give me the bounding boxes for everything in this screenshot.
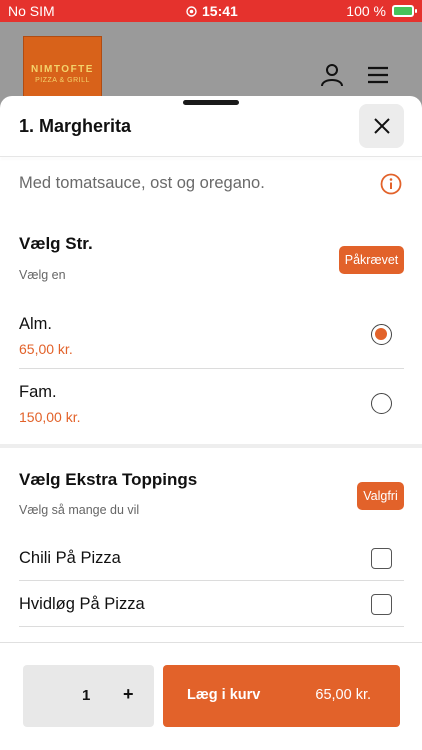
title-divider	[0, 156, 422, 157]
size-option-price: 150,00 kr.	[19, 409, 81, 425]
required-badge: Påkrævet	[339, 246, 404, 274]
battery-percent: 100 %	[346, 3, 386, 19]
status-bar: No SIM 15:41 100 %	[0, 0, 422, 22]
cart-total-price: 65,00 kr.	[315, 687, 371, 703]
product-description: Med tomatsauce, ost og oregano.	[19, 174, 265, 192]
info-icon[interactable]	[380, 173, 402, 195]
user-icon[interactable]	[319, 62, 345, 88]
add-to-cart-label: Læg i kurv	[187, 687, 261, 703]
battery-icon	[392, 5, 417, 17]
row-divider	[19, 368, 404, 369]
topping-option-label[interactable]: Hvidløg På Pizza	[19, 595, 145, 614]
status-time: 15:41	[186, 3, 238, 19]
size-radio-fam[interactable]	[371, 393, 392, 414]
close-button[interactable]	[359, 104, 404, 148]
optional-badge: Valgfri	[357, 482, 404, 510]
size-section-subtitle: Vælg en	[19, 268, 66, 282]
toppings-section-subtitle: Vælg så mange du vil	[19, 503, 140, 517]
section-separator	[0, 444, 422, 448]
size-radio-alm[interactable]	[371, 324, 392, 345]
close-icon	[373, 118, 390, 134]
row-divider	[19, 580, 404, 581]
footer-divider	[0, 642, 422, 643]
restaurant-logo: NIMTOFTE PIZZA & GRILL	[23, 36, 102, 104]
row-divider	[19, 626, 404, 627]
topping-option-label[interactable]: Chili På Pizza	[19, 549, 121, 568]
time-label: 15:41	[202, 3, 238, 19]
toppings-section-title: Vælg Ekstra Toppings	[19, 470, 198, 489]
size-section-title: Vælg Str.	[19, 234, 93, 253]
size-option-label[interactable]: Alm.	[19, 315, 52, 334]
increment-button[interactable]: +	[123, 684, 134, 705]
sheet-grabber[interactable]	[183, 100, 239, 105]
product-title: 1. Margherita	[19, 116, 132, 136]
topping-checkbox-garlic[interactable]	[371, 594, 392, 615]
quantity-value: 1	[82, 687, 91, 704]
size-option-price: 65,00 kr.	[19, 341, 73, 357]
logo-name: NIMTOFTE	[31, 64, 94, 75]
screen-lock-icon	[186, 5, 197, 17]
add-to-cart-button[interactable]: Læg i kurv 65,00 kr.	[163, 665, 400, 727]
logo-tagline: PIZZA & GRILL	[35, 77, 90, 84]
battery-status: 100 %	[346, 3, 417, 19]
product-sheet: 1. Margherita Med tomatsauce, ost og ore…	[0, 96, 422, 750]
carrier-label: No SIM	[8, 3, 55, 19]
size-option-label[interactable]: Fam.	[19, 383, 57, 402]
topping-checkbox-chili[interactable]	[371, 548, 392, 569]
menu-icon[interactable]	[365, 62, 391, 88]
